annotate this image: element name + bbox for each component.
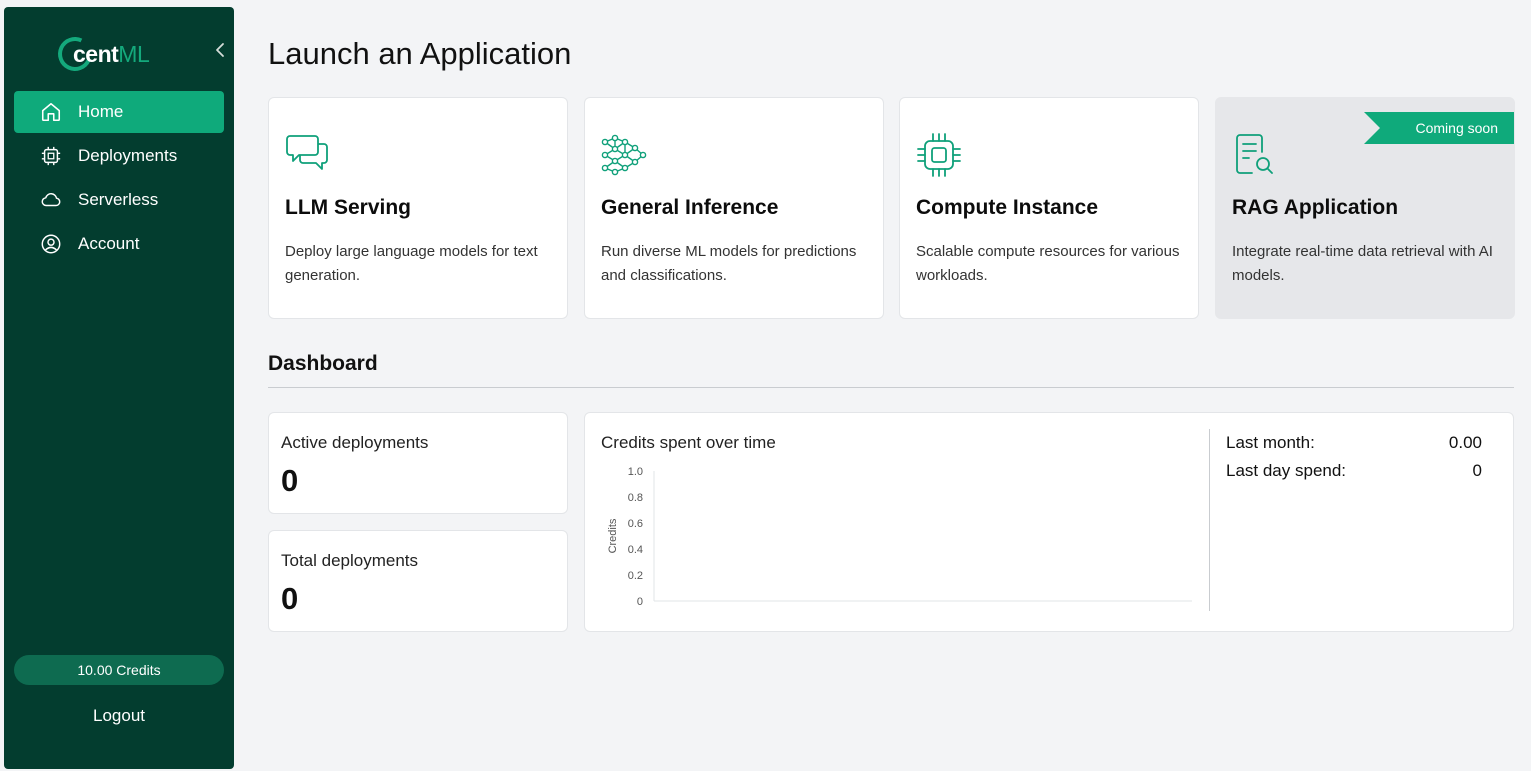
y-tick-label: 1.0 — [628, 466, 643, 478]
chat-bubbles-icon — [286, 135, 328, 170]
home-icon — [41, 102, 61, 122]
sidebar-nav: Home Deployments Serverless Account — [14, 91, 224, 267]
sidebar-item-label: Home — [78, 102, 124, 121]
stat-value: 0 — [281, 463, 299, 498]
card-title: General Inference — [601, 196, 779, 219]
document-search-icon — [1236, 134, 1273, 174]
card-rag-application: Coming soon RAG Application Integrate re… — [1215, 97, 1515, 319]
card-llm-serving[interactable]: LLM Serving Deploy large language models… — [268, 97, 568, 319]
last-month-value: 0.00 — [1448, 433, 1482, 452]
page-title: Launch an Application — [268, 36, 572, 71]
card-title: LLM Serving — [285, 196, 412, 219]
sidebar-item-account[interactable]: Account — [14, 223, 224, 265]
card-general-inference[interactable]: General Inference Run diverse ML models … — [584, 97, 884, 319]
dashboard-title: Dashboard — [268, 352, 378, 375]
stat-label: Total deployments — [281, 551, 419, 570]
y-tick-label: 0.2 — [628, 570, 643, 582]
active-deployments-card: Active deployments 0 — [268, 412, 568, 514]
y-tick-label: 0.8 — [628, 492, 643, 504]
user-circle-icon — [41, 234, 61, 254]
sidebar-item-serverless[interactable]: Serverless — [14, 179, 224, 221]
sidebar-item-label: Deployments — [78, 146, 178, 165]
y-tick-label: 0.4 — [628, 544, 643, 556]
card-compute-instance[interactable]: Compute Instance Scalable compute resour… — [899, 97, 1199, 319]
card-description: Deploy large language models for text ge… — [285, 243, 538, 284]
sidebar: centML Home Deployments Serverless Accou… — [4, 7, 234, 769]
total-deployments-card: Total deployments 0 — [268, 530, 568, 632]
logo-text: centML — [73, 41, 150, 67]
coming-soon-badge: Coming soon — [1364, 112, 1514, 144]
y-tick-label: 0 — [637, 596, 643, 608]
sidebar-item-label: Account — [78, 234, 140, 253]
card-description: Integrate real-time data retrieval with … — [1232, 243, 1493, 284]
credits-chart: 0 0.2 0.4 0.6 0.8 1.0 Credits — [607, 466, 1192, 608]
last-day-row: Last day spend: 0 — [1226, 461, 1482, 481]
neural-network-icon — [601, 134, 647, 176]
logout-button[interactable]: Logout — [14, 701, 224, 731]
stat-label: Active deployments — [281, 433, 429, 452]
cloud-icon — [41, 192, 61, 207]
chart-separator — [1209, 429, 1210, 611]
y-tick-label: 0.6 — [628, 518, 643, 530]
last-day-label: Last day spend: — [1226, 461, 1347, 480]
last-month-row: Last month: 0.00 — [1226, 433, 1482, 453]
credits-badge[interactable]: 10.00 Credits — [14, 655, 224, 685]
card-title: Compute Instance — [916, 196, 1099, 219]
sidebar-item-home[interactable]: Home — [14, 91, 224, 133]
card-description: Run diverse ML models for predictions an… — [601, 243, 857, 284]
collapse-sidebar-icon[interactable] — [212, 41, 228, 59]
card-title: RAG Application — [1232, 196, 1399, 219]
chip-icon — [41, 146, 61, 166]
centml-logo[interactable]: centML — [53, 32, 168, 76]
credits-chart-card: Credits spent over time 0 0.2 0.4 0.6 0.8 1.0… — [584, 412, 1514, 632]
cpu-icon — [917, 133, 961, 177]
y-axis-label: Credits — [607, 518, 619, 553]
section-divider — [268, 387, 1514, 388]
sidebar-item-label: Serverless — [78, 190, 159, 209]
stat-value: 0 — [281, 581, 299, 616]
last-day-value: 0 — [1472, 461, 1482, 480]
sidebar-item-deployments[interactable]: Deployments — [14, 135, 224, 177]
last-month-label: Last month: — [1226, 433, 1315, 452]
card-description: Scalable compute resources for various w… — [916, 243, 1180, 284]
